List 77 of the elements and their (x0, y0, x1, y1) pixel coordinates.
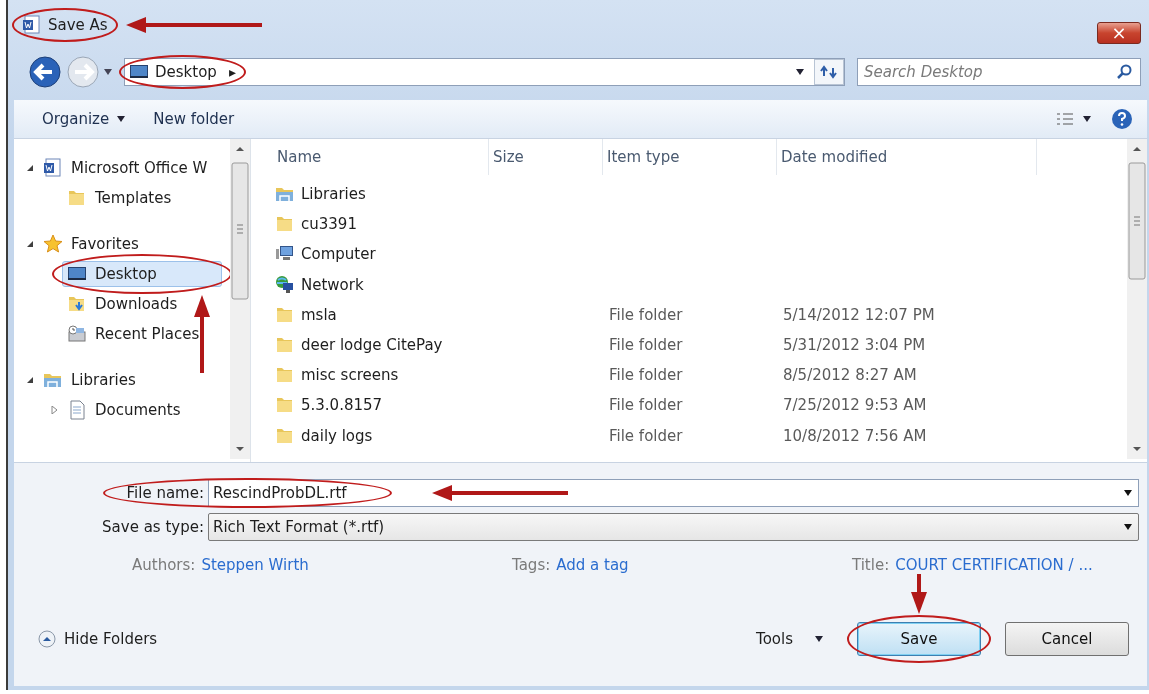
sidebar-item[interactable]: Documents (62, 397, 186, 423)
close-button[interactable]: × (1097, 22, 1141, 44)
table-cell-text: File folder (608, 366, 684, 385)
file-name-cell[interactable]: Libraries (273, 184, 489, 205)
caret-icon (815, 635, 823, 642)
address-segment[interactable]: Desktop (155, 63, 217, 81)
search-icon (1117, 64, 1133, 80)
network-icon (275, 274, 295, 295)
caret-icon (104, 69, 112, 75)
property-label: Authors: (132, 556, 196, 574)
file-name-cell[interactable]: cu3391 (273, 214, 489, 235)
tags-link[interactable]: Add a tag (556, 556, 629, 574)
tools-menu[interactable]: Tools (752, 627, 827, 650)
column-header[interactable]: Date modified (777, 139, 1037, 175)
cancel-button[interactable]: Cancel (1005, 621, 1129, 656)
star-icon (43, 234, 63, 254)
file-type-dropdown[interactable]: Rich Text Format (*.rtf) (208, 513, 1139, 541)
sidebar-item[interactable]: Recent Places (62, 321, 205, 347)
file-name-cell[interactable]: daily logs (273, 425, 489, 446)
breadcrumb-arrow[interactable]: ▸ (228, 64, 236, 80)
sidebar-item[interactable]: Desktop (62, 261, 222, 287)
file-name-cell[interactable]: Network (273, 274, 489, 295)
sidebar-item[interactable]: Favorites (38, 231, 144, 257)
new-folder-button[interactable]: New folder (149, 108, 239, 130)
expanded-arrow-icon[interactable] (26, 240, 34, 248)
collapsed-arrow-icon[interactable] (50, 406, 58, 414)
document-icon (67, 400, 87, 420)
dropdown-icon (1124, 490, 1132, 496)
help-icon (1111, 108, 1133, 130)
author-link[interactable]: Steppen Wirth (201, 556, 309, 574)
file-name-field[interactable]: RescindProbDL.rtf (208, 479, 1139, 507)
file-name-cell[interactable]: Computer (273, 244, 489, 265)
file-name-cell[interactable]: misc screens (273, 365, 489, 386)
refresh-button (814, 59, 844, 85)
file-name-cell[interactable]: deer lodge CitePay (273, 335, 489, 356)
table-cell-text: 10/8/2012 7:56 AM (782, 426, 928, 445)
search-field[interactable]: Search Desktop (857, 58, 1141, 86)
file-name-cell[interactable]: 5.3.0.8157 (273, 395, 489, 416)
table-cell-text: 5/14/2012 12:07 PM (782, 305, 936, 324)
column-header[interactable]: Item type (603, 139, 777, 175)
view-icon (1055, 111, 1075, 127)
table-cell-text: File folder (608, 305, 684, 324)
property-label: Title: (852, 556, 890, 574)
field-label: File name: (126, 484, 204, 502)
downloads-folder-icon (67, 294, 87, 314)
expanded-arrow-icon[interactable] (26, 164, 34, 172)
expanded-arrow-icon[interactable] (26, 376, 34, 384)
sidebar-item[interactable]: Downloads (62, 291, 183, 317)
recent-places-icon (67, 324, 87, 344)
organize-menu[interactable]: Organize (38, 108, 130, 130)
table-cell-text: 5/31/2012 3:04 PM (782, 336, 927, 355)
caret-icon (117, 116, 126, 122)
field-label: Save as type: (102, 518, 204, 536)
title-link[interactable]: COURT CERTIFICATION / ... (895, 556, 1093, 574)
save-button[interactable]: Save (857, 621, 981, 656)
column-header[interactable]: Size (489, 139, 603, 175)
document-icon (43, 158, 63, 178)
hide-folders-button[interactable]: Hide Folders (38, 629, 158, 648)
property-label: Tags: (512, 556, 551, 574)
table-cell-text: 7/25/2012 9:53 AM (782, 396, 928, 415)
window-title: Save As (48, 16, 108, 34)
caret-icon (1083, 116, 1091, 122)
column-header[interactable]: Name (273, 139, 489, 175)
dropdown-icon (1124, 524, 1132, 530)
document-icon (22, 15, 42, 35)
folder-icon (67, 188, 87, 208)
dropdown-icon (796, 69, 804, 75)
file-name-cell[interactable]: msla (273, 304, 489, 325)
annotation-arrow (909, 573, 929, 614)
table-cell-text: 8/5/2012 8:27 AM (782, 366, 918, 385)
table-cell-text: File folder (608, 336, 684, 355)
sidebar-item[interactable]: Microsoft Office W (38, 155, 213, 181)
table-cell-text: File folder (608, 396, 684, 415)
collapse-icon (38, 629, 56, 648)
sidebar-item[interactable]: Libraries (38, 367, 141, 393)
sidebar-item[interactable]: Templates (62, 185, 177, 211)
table-cell-text: File folder (608, 426, 684, 445)
